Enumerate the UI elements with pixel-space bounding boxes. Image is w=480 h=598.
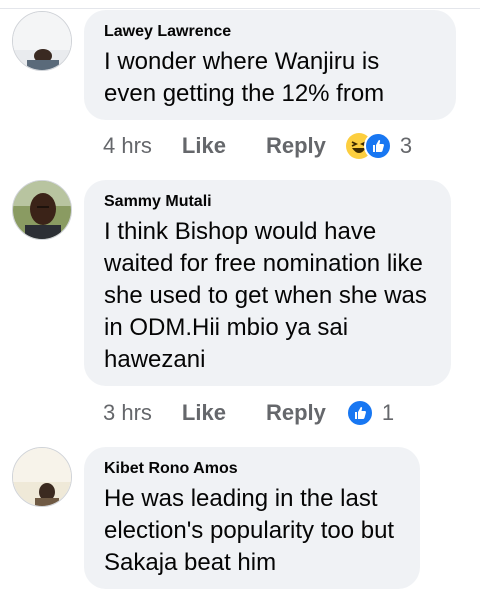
comment-author[interactable]: Sammy Mutali: [104, 192, 431, 212]
comment-actions: 4 hrs Like Reply 3: [103, 131, 412, 161]
comment-timestamp[interactable]: 4 hrs: [103, 133, 152, 159]
avatar[interactable]: [12, 180, 72, 240]
reaction-count: 1: [381, 400, 395, 425]
like-button[interactable]: Like: [182, 133, 226, 159]
like-icon: [363, 132, 392, 160]
reaction-count: 3: [399, 133, 413, 158]
comment-author[interactable]: Lawey Lawrence: [104, 22, 436, 42]
comment-bubble: Sammy Mutali I think Bishop would have w…: [84, 180, 451, 386]
avatar[interactable]: [12, 11, 72, 71]
like-icon: [345, 399, 374, 427]
comment-text: I think Bishop would have waited for fre…: [104, 218, 427, 373]
comment-text: He was leading in the last election's po…: [104, 485, 395, 576]
comment-bubble: Lawey Lawrence I wonder where Wanjiru is…: [84, 10, 456, 120]
comment-actions: 3 hrs Like Reply 1: [103, 398, 394, 428]
avatar[interactable]: [12, 447, 72, 507]
comment-text: I wonder where Wanjiru is even getting t…: [104, 48, 385, 107]
divider: [0, 8, 480, 9]
comment-timestamp[interactable]: 3 hrs: [103, 400, 152, 426]
comment-bubble: Kibet Rono Amos He was leading in the la…: [84, 447, 420, 589]
comment-author[interactable]: Kibet Rono Amos: [104, 459, 400, 479]
reaction-summary[interactable]: 1: [345, 399, 395, 427]
reaction-summary[interactable]: 3: [345, 132, 413, 160]
reply-button[interactable]: Reply: [266, 133, 326, 159]
reply-button[interactable]: Reply: [266, 400, 326, 426]
like-button[interactable]: Like: [182, 400, 226, 426]
